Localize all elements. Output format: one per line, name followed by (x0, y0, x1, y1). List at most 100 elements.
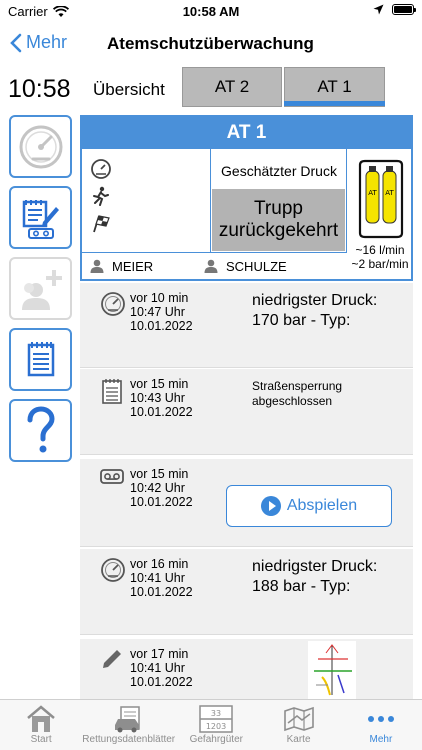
log-entry-ago: vor 15 min (130, 377, 189, 391)
log-entry-date: 10.01.2022 (130, 675, 193, 689)
tabbar-more[interactable]: Mehr (340, 700, 422, 750)
sidebar-notes-button[interactable] (9, 186, 72, 249)
back-button[interactable]: Mehr (10, 32, 67, 53)
team-member: MEIER (90, 259, 196, 274)
battery-icon (392, 4, 416, 15)
log-entry-ago: vor 16 min (130, 557, 189, 571)
tabbar-rescue-label: Rettungsdatenblätter (82, 734, 176, 745)
notepad-pencil-icon (22, 199, 59, 239)
team-status-panel: AT 1 Geschätzter Druck Trupp zurückgekeh… (80, 115, 413, 281)
log-entry-time: 10:47 Uhr (130, 305, 185, 319)
status-bar: Carrier 10:58 AM (0, 0, 422, 24)
log-entry-ago: vor 17 min (130, 647, 189, 661)
person-icon (90, 259, 104, 273)
log-entry-date: 10.01.2022 (130, 319, 193, 333)
location-arrow-icon (373, 4, 384, 15)
tab-at2[interactable]: AT 2 (182, 67, 282, 107)
consumption-rates: ~16 l/min ~2 bar/min (347, 243, 413, 271)
log-entry[interactable]: vor 15 min 10:43 Uhr 10.01.2022 Straßens… (80, 369, 413, 455)
event-log-list[interactable]: vor 10 min 10:47 Uhr 10.01.2022 niedrigs… (80, 283, 413, 699)
play-audio-button[interactable]: Abspielen (226, 485, 392, 527)
tabbar-rescue-sheets[interactable]: Rettungsdatenblätter (82, 700, 175, 750)
sidebar-gauge-button[interactable] (9, 115, 72, 178)
pressure-rate: ~2 bar/min (351, 257, 409, 271)
log-entry[interactable]: vor 16 min 10:41 Uhr 10.01.2022 niedrigs… (80, 549, 413, 635)
log-entry-ago: vor 10 min (130, 291, 189, 305)
sidebar-log-button[interactable] (9, 328, 72, 391)
log-entry-text: abgeschlossen (252, 394, 333, 408)
running-person-icon (93, 186, 109, 206)
notepad-icon (102, 379, 122, 404)
flow-rate: ~16 l/min (355, 243, 405, 257)
pencil-icon (103, 650, 121, 668)
sidebar-help-button[interactable] (9, 399, 72, 462)
log-entry-time: 10:41 Uhr (130, 571, 185, 585)
pressure-cell: Geschätzter Druck Trupp zurückgekehrt (211, 149, 347, 253)
stopwatch-icon (91, 159, 111, 179)
team-member-name: MEIER (112, 258, 154, 274)
estimated-pressure-label: Geschätzter Druck (221, 163, 337, 179)
log-entry-text: 188 bar - Typ: (252, 578, 351, 595)
log-entry[interactable]: vor 17 min 10:41 Uhr 10.01.2022 (80, 639, 413, 699)
team-status-icons (82, 149, 211, 253)
navigation-bar: Mehr Atemschutzüberwachung (0, 24, 422, 64)
team-state-badge: Trupp zurückgekehrt (212, 189, 345, 251)
tank-right-label: AT (385, 189, 394, 197)
checkered-flag-icon (93, 215, 110, 233)
add-person-icon (21, 269, 62, 310)
team-member: SCHULZE (204, 259, 310, 274)
log-entry-text: Straßensperrung (252, 379, 343, 393)
log-entry-date: 10.01.2022 (130, 585, 193, 599)
log-entry-text: 170 bar - Typ: (252, 312, 351, 329)
back-button-label: Mehr (26, 32, 68, 52)
team-state-line1: Trupp (254, 198, 303, 219)
log-entry-date: 10.01.2022 (130, 405, 193, 419)
hazmat-plate-icon: 33 1203 (199, 705, 234, 733)
question-mark-icon (27, 405, 55, 452)
tabbar-hazmat[interactable]: 33 1203 Gefahrgüter (175, 700, 257, 750)
tabbar-more-label: Mehr (369, 734, 393, 745)
log-entry-date: 10.01.2022 (130, 495, 193, 509)
voicemail-icon (100, 469, 124, 484)
panel-title: AT 1 (82, 117, 411, 149)
tabbar-hazmat-label: Gefahrgüter (189, 734, 243, 745)
more-dots-icon (367, 716, 394, 722)
bottom-tab-bar: Start Rettungsdatenblätter 33 1203 Gefah… (0, 699, 422, 750)
car-document-icon (114, 706, 140, 733)
current-time: 10:58 (8, 75, 71, 103)
sketch-thumbnail (308, 641, 356, 699)
play-icon (260, 496, 281, 516)
speedometer-icon (19, 125, 62, 168)
chevron-left-icon (10, 33, 22, 52)
tabbar-start-label: Start (30, 734, 52, 745)
tab-selection-indicator (284, 101, 385, 106)
tab-at2-label: AT 2 (214, 77, 250, 96)
log-entry-time: 10:41 Uhr (130, 661, 185, 675)
log-entry-ago: vor 15 min (130, 467, 189, 481)
breathing-apparatus-cell: AT AT ~16 l/min ~2 bar/min (347, 149, 413, 279)
tab-at1-label: AT 1 (317, 77, 352, 96)
log-entry[interactable]: vor 15 min 10:42 Uhr 10.01.2022 Abspiele… (80, 459, 413, 547)
tabbar-start[interactable]: Start (0, 700, 82, 750)
sidebar-add-person-button[interactable] (9, 257, 72, 320)
status-time: 10:58 AM (182, 4, 240, 19)
gauge-icon (101, 558, 125, 582)
hazmat-number-top: 33 (211, 709, 221, 718)
tab-overview[interactable]: Übersicht (93, 80, 165, 100)
log-entry-time: 10:42 Uhr (130, 481, 185, 495)
gauge-icon (101, 292, 125, 316)
tabbar-map[interactable]: Karte (257, 700, 339, 750)
log-entry-text: niedrigster Druck: (252, 292, 378, 309)
play-audio-label: Abspielen (286, 497, 358, 514)
tabbar-map-label: Karte (286, 734, 311, 745)
notepad-icon (27, 341, 54, 376)
team-members: MEIER SCHULZE (82, 253, 347, 279)
log-entry-time: 10:43 Uhr (130, 391, 185, 405)
team-state-line2: zurückgekehrt (218, 220, 339, 241)
team-member-name: SCHULZE (226, 258, 287, 274)
house-icon (27, 705, 55, 732)
page-title: Atemschutzüberwachung (107, 34, 314, 53)
hazmat-number-bottom: 1203 (206, 722, 226, 731)
log-entry[interactable]: vor 10 min 10:47 Uhr 10.01.2022 niedrigs… (80, 283, 413, 368)
map-icon (283, 706, 314, 732)
